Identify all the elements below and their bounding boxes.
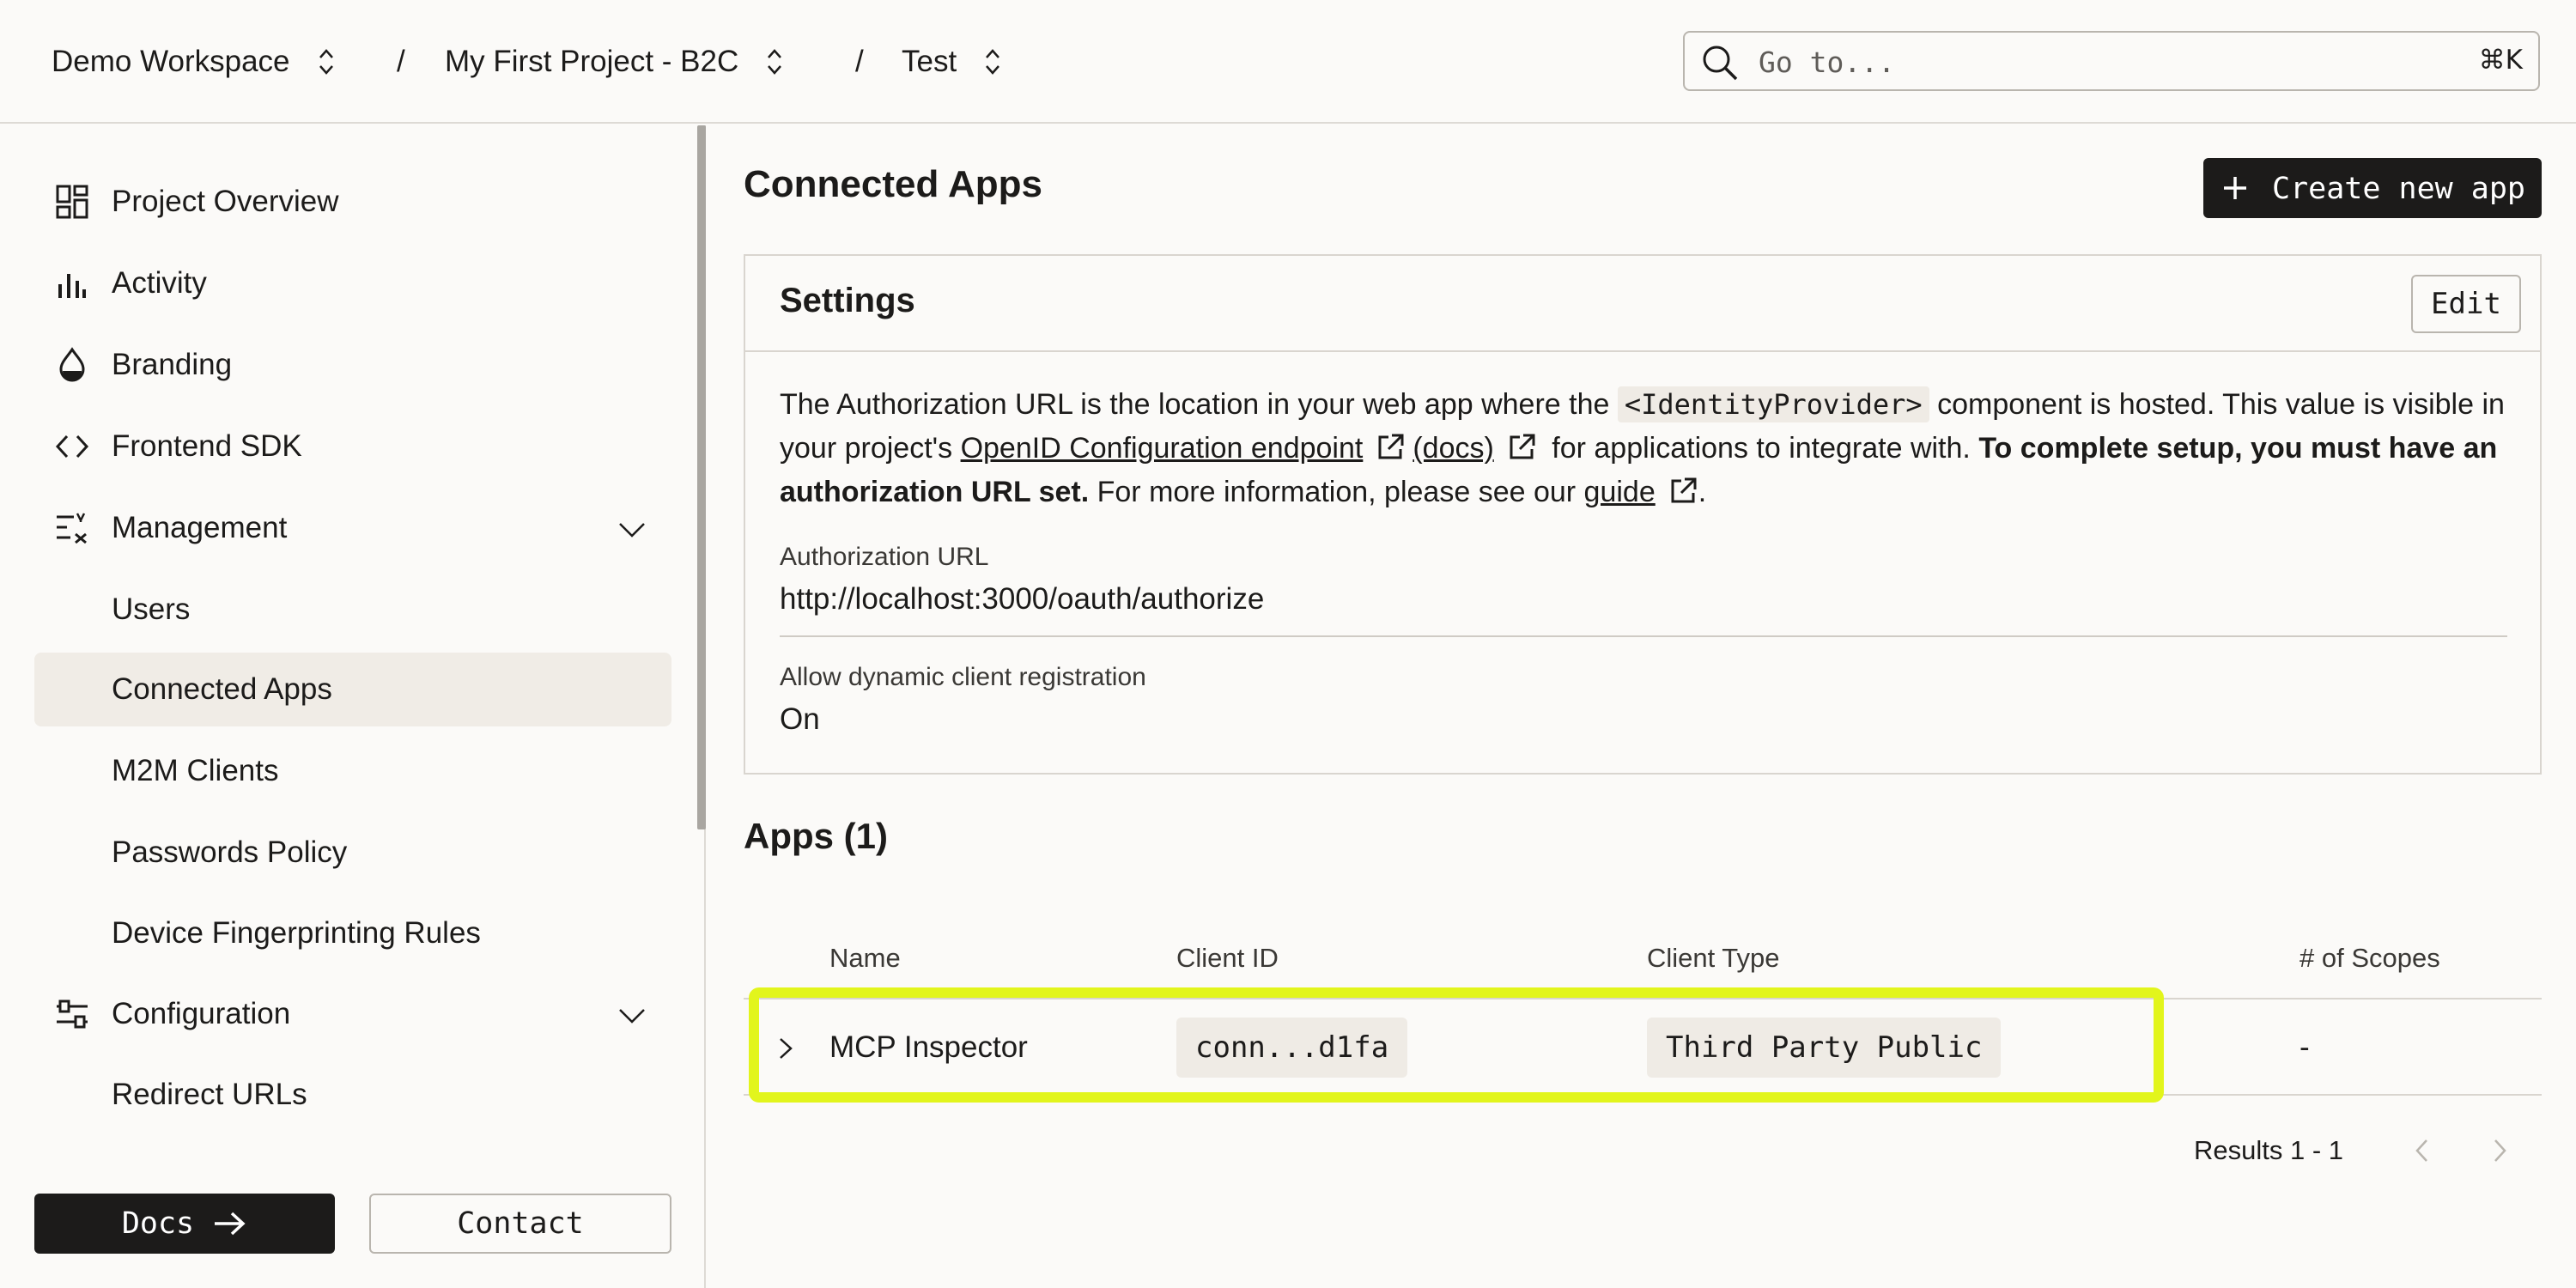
chevron-left-icon[interactable]: [2409, 1135, 2435, 1166]
sidebar-item-label: Redirect URLs: [112, 1078, 307, 1111]
external-link-icon: [1510, 434, 1535, 459]
workspace-name: Demo Workspace: [52, 45, 290, 78]
chevron-down-icon: [619, 1009, 645, 1024]
sidebar-item-label: Project Overview: [112, 185, 339, 218]
search-box[interactable]: ⌘K: [1683, 31, 2540, 91]
external-link-icon: [1378, 434, 1404, 459]
settings-header: Settings Edit: [745, 256, 2540, 352]
arrow-right-icon: [215, 1212, 246, 1236]
apps-section-title: Apps (1): [744, 816, 888, 856]
sidebar-item-m2m-clients[interactable]: M2M Clients: [34, 734, 671, 808]
scopes-count: -: [2300, 1030, 2310, 1064]
guide-link[interactable]: guide: [1584, 476, 1656, 508]
top-bar: Demo Workspace / My First Project - B2C …: [0, 0, 2576, 124]
sidebar-item-passwords-policy[interactable]: Passwords Policy: [34, 816, 671, 890]
chevron-updown-icon: [768, 49, 782, 75]
sidebar-item-label: Management: [112, 511, 288, 544]
desc-text: .: [1698, 476, 1707, 508]
contact-button[interactable]: Contact: [369, 1194, 671, 1254]
auth-url-value: http://localhost:3000/oauth/authorize: [780, 582, 1265, 616]
search-icon: [1703, 46, 1738, 81]
workspace-switcher[interactable]: Demo Workspace: [52, 36, 337, 88]
desc-text: For more information, please see our: [1089, 476, 1584, 508]
column-header-scopes: # of Scopes: [2300, 943, 2440, 973]
external-link-icon: [1671, 477, 1697, 503]
sidebar-item-connected-apps[interactable]: Connected Apps: [34, 653, 671, 726]
sidebar-item-branding[interactable]: Branding: [34, 328, 671, 402]
sidebar-item-label: Activity: [112, 266, 207, 300]
create-new-app-button[interactable]: Create new app: [2203, 158, 2542, 218]
dcr-label: Allow dynamic client registration: [780, 663, 1146, 691]
sidebar-item-project-overview[interactable]: Project Overview: [34, 165, 671, 239]
table-row-divider: [744, 1094, 2542, 1096]
settings-description: The Authorization URL is the location in…: [780, 383, 2514, 514]
management-icon: [57, 513, 87, 544]
sidebar-item-label: Frontend SDK: [112, 429, 302, 463]
create-new-app-label: Create new app: [2272, 172, 2526, 206]
sidebar-item-device-fingerprinting-rules[interactable]: Device Fingerprinting Rules: [34, 896, 671, 970]
docs-button[interactable]: Docs: [34, 1194, 335, 1254]
table-header-divider: [744, 998, 2542, 999]
environment-name: Test: [902, 45, 957, 78]
project-name: My First Project - B2C: [445, 45, 739, 78]
sidebar-item-label: Connected Apps: [112, 672, 332, 706]
sidebar-item-label: Configuration: [112, 997, 291, 1030]
dashboard-icon: [56, 185, 88, 219]
field-divider: [780, 635, 2507, 637]
sidebar-item-label: M2M Clients: [112, 754, 279, 787]
column-header-name: Name: [829, 943, 901, 973]
sidebar-item-management[interactable]: Management: [34, 491, 671, 565]
app-name: MCP Inspector: [829, 1030, 1028, 1064]
settings-title: Settings: [780, 282, 915, 319]
sidebar-item-label: Passwords Policy: [112, 835, 348, 869]
chevron-right-icon[interactable]: [2487, 1135, 2512, 1166]
desc-text: The Authorization URL is the location in…: [780, 388, 1618, 421]
sidebar-item-redirect-urls[interactable]: Redirect URLs: [34, 1058, 671, 1132]
code-icon: [55, 434, 89, 459]
results-count: Results 1 - 1: [2194, 1135, 2344, 1165]
chevron-updown-icon: [319, 49, 333, 75]
plus-icon: [2224, 177, 2246, 199]
sidebar-item-frontend-sdk[interactable]: Frontend SDK: [34, 410, 671, 483]
sidebar-item-label: Users: [112, 592, 191, 626]
desc-text: for applications to integrate with.: [1543, 432, 1979, 465]
sidebar-item-activity[interactable]: Activity: [34, 246, 671, 320]
chevron-right-icon[interactable]: [775, 1034, 797, 1063]
breadcrumb-separator: /: [855, 45, 864, 78]
sidebar-item-label: Branding: [112, 348, 233, 381]
search-shortcut: ⌘K: [2478, 45, 2523, 76]
openid-config-link[interactable]: OpenID Configuration endpoint: [961, 432, 1364, 465]
search-input[interactable]: [1759, 39, 2411, 84]
column-header-client-id: Client ID: [1176, 943, 1279, 973]
sidebar-scrollbar[interactable]: [697, 125, 706, 829]
edit-settings-button[interactable]: Edit: [2411, 275, 2521, 333]
sidebar-item-users[interactable]: Users: [34, 573, 671, 647]
breadcrumb-separator: /: [397, 45, 405, 78]
column-header-client-type: Client Type: [1647, 943, 1780, 973]
docs-link[interactable]: (docs): [1413, 432, 1493, 465]
bar-chart-icon: [58, 274, 86, 298]
client-type-chip: Third Party Public: [1647, 1018, 2002, 1078]
docs-label: Docs: [121, 1206, 195, 1241]
auth-url-label: Authorization URL: [780, 543, 989, 571]
sliders-icon: [57, 999, 88, 1029]
client-id-chip: conn...d1fa: [1176, 1018, 1408, 1078]
chevron-down-icon: [619, 523, 645, 538]
contact-label: Contact: [457, 1206, 584, 1241]
environment-switcher[interactable]: Test: [902, 36, 1003, 88]
project-switcher[interactable]: My First Project - B2C: [445, 36, 785, 88]
settings-card: Settings Edit The Authorization URL is t…: [744, 254, 2542, 775]
sidebar-item-label: Device Fingerprinting Rules: [112, 916, 481, 950]
sidebar-item-configuration[interactable]: Configuration: [34, 977, 671, 1051]
paint-drop-icon: [59, 347, 85, 382]
identity-provider-code: <IdentityProvider>: [1617, 386, 1929, 422]
page-title: Connected Apps: [744, 163, 1042, 205]
dcr-value: On: [780, 702, 820, 736]
chevron-updown-icon: [986, 49, 1000, 75]
